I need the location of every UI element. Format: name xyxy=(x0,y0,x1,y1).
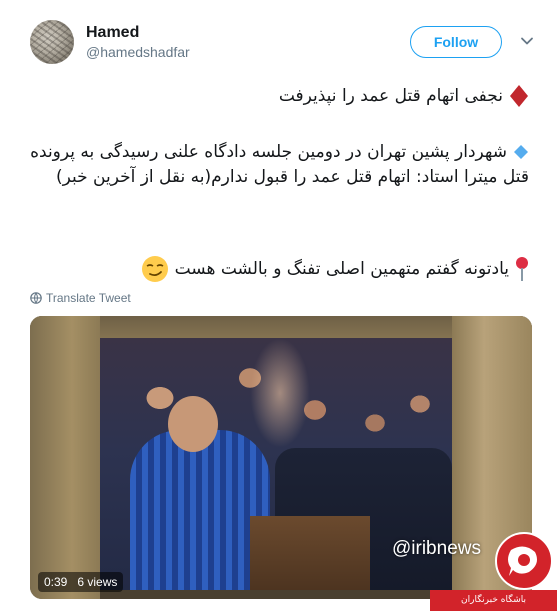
tweet-line-1: نجفی اتهام قتل عمد را نپذیرفت xyxy=(29,84,529,108)
translate-tweet-label[interactable]: Translate Tweet xyxy=(46,291,131,305)
smirk-emoji-icon xyxy=(141,256,168,282)
video-duration: 0:39 xyxy=(44,575,68,589)
corner-logo: باشگاه خبرنگاران xyxy=(430,532,557,611)
video-frame-left xyxy=(30,316,100,599)
video-defendant xyxy=(130,430,270,590)
tweet-line-3-text: یادتونه گفتم متهمین اصلی تفنگ و بالشت هس… xyxy=(174,259,509,279)
video-views: 6 views xyxy=(77,575,118,589)
speech-bubble-icon xyxy=(508,546,537,576)
globe-icon xyxy=(30,292,42,304)
display-name[interactable]: Hamed xyxy=(86,24,139,42)
pin-icon xyxy=(516,257,528,281)
chevron-down-icon[interactable] xyxy=(520,34,534,48)
blue-diamond-icon xyxy=(514,145,528,159)
tweet-line-2-text: شهردار پشین تهران در دومین جلسه دادگاه ع… xyxy=(30,142,529,187)
video-stats: 0:39 6 views xyxy=(38,572,124,592)
tweet-line-3: یادتونه گفتم متهمین اصلی تفنگ و بالشت هس… xyxy=(29,255,529,283)
red-diamond-icon xyxy=(510,85,528,107)
user-handle[interactable]: @hamedshadfar xyxy=(86,44,190,60)
translate-tweet-link[interactable]: Translate Tweet xyxy=(30,291,131,305)
logo-banner: باشگاه خبرنگاران xyxy=(430,590,557,611)
follow-button[interactable]: Follow xyxy=(410,26,502,58)
tweet-line-2: شهردار پشین تهران در دومین جلسه دادگاه ع… xyxy=(29,140,529,190)
tweet-header: Hamed @hamedshadfar Follow xyxy=(0,0,557,72)
video-podium xyxy=(250,516,370,590)
avatar[interactable] xyxy=(30,20,74,64)
logo-emblem-icon xyxy=(495,532,553,590)
video-glare xyxy=(250,338,310,448)
tweet-line-1-text: نجفی اتهام قتل عمد را نپذیرفت xyxy=(278,86,503,106)
video-defendant-head xyxy=(168,396,218,452)
